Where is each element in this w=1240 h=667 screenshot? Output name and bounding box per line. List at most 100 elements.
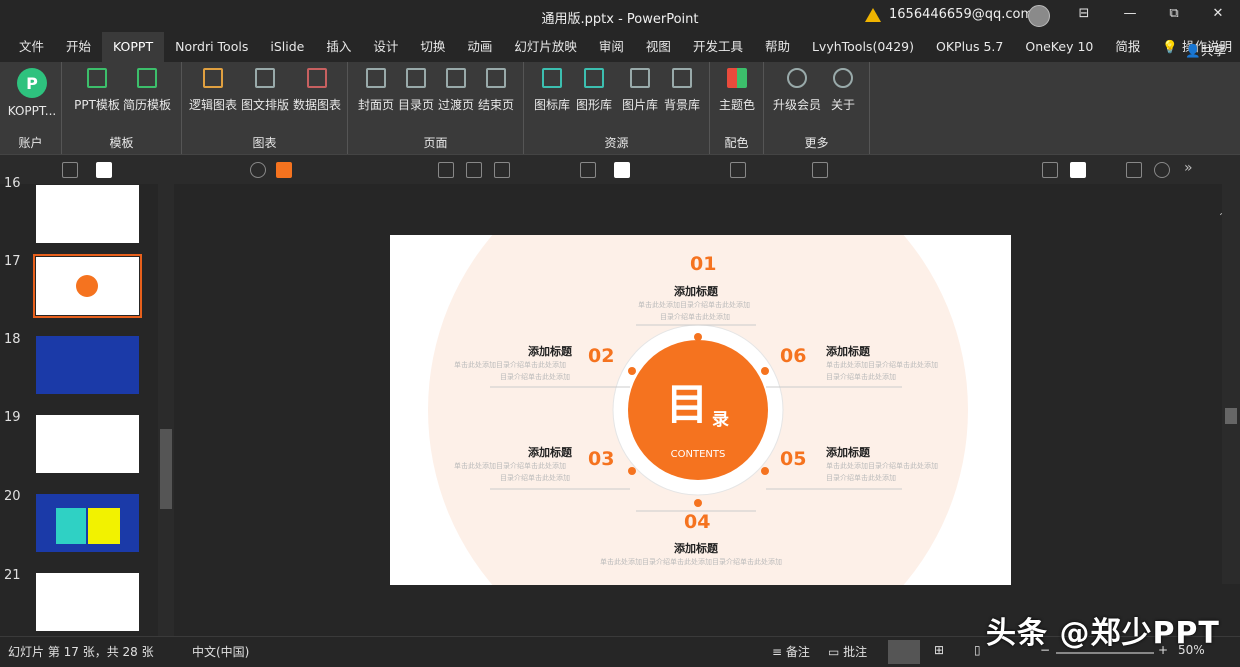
- slide-canvas[interactable]: 目 录 CONTENTS 01 添加标题 单击此处添加目录介绍单击此处添加 目录…: [390, 235, 1011, 585]
- image-library-button[interactable]: 图片库: [620, 68, 660, 113]
- text-a-icon[interactable]: [466, 162, 482, 178]
- group-label-color: 配色: [724, 136, 749, 150]
- about-button[interactable]: 关于: [826, 68, 860, 113]
- tab-onekey[interactable]: OneKey 10: [1014, 32, 1104, 62]
- slide-thumb-17[interactable]: [33, 254, 142, 318]
- layout-button[interactable]: 图文排版: [240, 68, 290, 113]
- editor-scroll-thumb[interactable]: [1225, 408, 1237, 424]
- avatar[interactable]: [1028, 5, 1050, 27]
- slide-sorter-icon[interactable]: ⊞: [934, 643, 944, 657]
- transition-page-button[interactable]: 过渡页: [436, 68, 476, 113]
- tab-home[interactable]: 开始: [55, 32, 102, 62]
- bg-library-button[interactable]: 背景库: [662, 68, 702, 113]
- language[interactable]: 中文(中国): [192, 643, 249, 660]
- restore-button[interactable]: ⧉: [1162, 6, 1186, 21]
- tab-nordri[interactable]: Nordri Tools: [164, 32, 259, 62]
- tab-okplus[interactable]: OKPlus 5.7: [925, 32, 1014, 62]
- theme-color-button[interactable]: 主题色: [717, 68, 757, 113]
- slide-thumb-20[interactable]: [36, 494, 139, 552]
- tab-insert[interactable]: 插入: [315, 32, 362, 62]
- shape-library-button[interactable]: 图形库: [574, 68, 614, 113]
- tab-review[interactable]: 审阅: [588, 32, 635, 62]
- item-title: 添加标题: [528, 345, 572, 358]
- tab-developer[interactable]: 开发工具: [682, 32, 754, 62]
- cover-page-icon: [366, 68, 386, 88]
- ribbon-display-icon[interactable]: ⊟: [1072, 6, 1096, 21]
- scroll-thumb[interactable]: [160, 429, 172, 509]
- group-color: 主题色 配色: [710, 62, 764, 154]
- tab-view[interactable]: 视图: [635, 32, 682, 62]
- warning-icon[interactable]: [865, 7, 881, 22]
- logic-chart-label: 逻辑图表: [188, 98, 237, 112]
- resume-template-button[interactable]: 简历模板: [122, 68, 172, 113]
- toc-page-icon: [406, 68, 426, 88]
- editor-scrollbar[interactable]: [1222, 184, 1240, 584]
- comment-icon: ▭: [828, 645, 844, 659]
- icon-library-button[interactable]: 图标库: [532, 68, 572, 113]
- crop-icon[interactable]: [96, 162, 112, 178]
- upgrade-button[interactable]: 升级会员: [772, 68, 822, 113]
- tab-koppt[interactable]: KOPPT: [102, 32, 165, 62]
- slide-thumb-21[interactable]: [36, 573, 139, 631]
- ppt-template-icon: [87, 68, 107, 88]
- account-area[interactable]: 1656446659@qq.com: [865, 7, 1033, 22]
- image-frame-icon[interactable]: [730, 162, 746, 178]
- end-page-button[interactable]: 结束页: [476, 68, 516, 113]
- info-icon: [833, 68, 853, 88]
- item-number: 02: [588, 345, 615, 367]
- slide-thumb-19[interactable]: [36, 415, 139, 473]
- reading-view-icon[interactable]: ▯: [974, 643, 981, 657]
- data-chart-button[interactable]: 数据图表: [292, 68, 342, 113]
- slide-thumb-18[interactable]: [36, 336, 139, 394]
- cover-page-button[interactable]: 封面页: [356, 68, 396, 113]
- item-number: 01: [690, 253, 717, 275]
- rectangle-icon[interactable]: [1070, 162, 1086, 178]
- notes-button[interactable]: ≡ 备注: [772, 643, 810, 660]
- bar-chart-icon[interactable]: [494, 162, 510, 178]
- tab-islide[interactable]: iSlide: [259, 32, 315, 62]
- account-email[interactable]: 1656446659@qq.com: [889, 7, 1033, 22]
- item-title: 添加标题: [826, 446, 870, 459]
- slide-number: 21: [4, 568, 21, 583]
- circle-icon[interactable]: [1154, 162, 1170, 178]
- copy-icon[interactable]: [614, 162, 630, 178]
- thumbnail-scrollbar[interactable]: [158, 184, 174, 636]
- ppt-template-button[interactable]: PPT模板: [72, 68, 122, 113]
- tab-animations[interactable]: 动画: [456, 32, 503, 62]
- zoom-slider[interactable]: [1056, 652, 1154, 654]
- more-chevron-icon[interactable]: »: [1184, 160, 1193, 176]
- align-icon[interactable]: [812, 162, 828, 178]
- tab-help[interactable]: 帮助: [754, 32, 801, 62]
- share-button[interactable]: 👤共享: [1185, 40, 1226, 59]
- group-more: 升级会员 关于 更多: [764, 62, 870, 154]
- normal-view-button[interactable]: [888, 640, 920, 664]
- ellipse-icon[interactable]: [250, 162, 266, 178]
- fill-color-icon[interactable]: [276, 162, 292, 178]
- logic-chart-button[interactable]: 逻辑图表: [188, 68, 238, 113]
- textbox-icon[interactable]: [62, 162, 78, 178]
- minimize-button[interactable]: —: [1118, 6, 1142, 21]
- resume-template-icon: [137, 68, 157, 88]
- columns-icon[interactable]: [438, 162, 454, 178]
- item-number: 05: [780, 448, 807, 470]
- logic-chart-icon: [203, 68, 223, 88]
- close-button[interactable]: ✕: [1206, 6, 1230, 21]
- toc-page-button[interactable]: 目录页: [396, 68, 436, 113]
- koppt-button[interactable]: P KOPPT...: [6, 68, 58, 118]
- comments-button[interactable]: ▭ 批注: [828, 643, 867, 660]
- tab-design[interactable]: 设计: [362, 32, 409, 62]
- shape-icon[interactable]: [580, 162, 596, 178]
- center-char: 目: [666, 380, 709, 429]
- group-label-chart: 图表: [252, 136, 277, 150]
- data-chart-icon: [307, 68, 327, 88]
- picture-icon[interactable]: [1126, 162, 1142, 178]
- resize-icon[interactable]: [1042, 162, 1058, 178]
- tab-lvyhtools[interactable]: LvyhTools(0429): [801, 32, 925, 62]
- tab-file[interactable]: 文件: [8, 32, 55, 62]
- slide-thumb-16[interactable]: [36, 185, 139, 243]
- thumb-block: [88, 508, 120, 544]
- tab-briefing[interactable]: 简报: [1104, 32, 1151, 62]
- tab-slideshow[interactable]: 幻灯片放映: [503, 32, 588, 62]
- ribbon: P KOPPT... 账户 PPT模板 简历模板 模板 逻辑图表 图文排版 数据…: [0, 62, 1240, 218]
- tab-transitions[interactable]: 切换: [409, 32, 456, 62]
